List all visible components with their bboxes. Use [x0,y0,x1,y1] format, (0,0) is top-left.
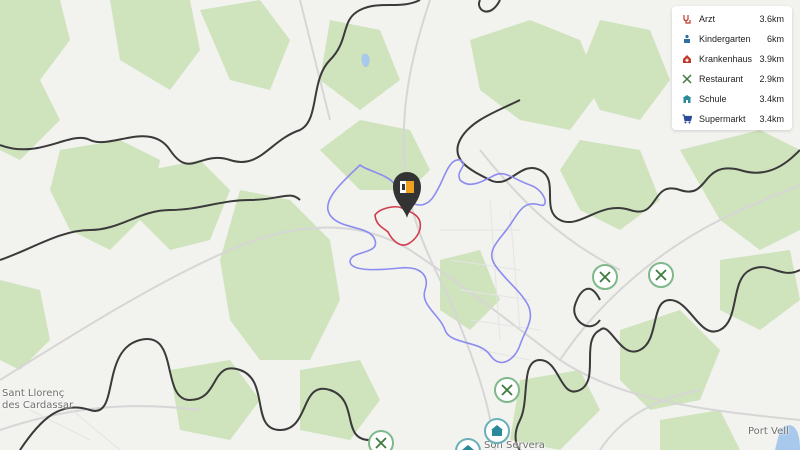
place-label-sant-llorenc: Sant Llorenç des Cardassar [2,388,74,411]
restaurant-marker[interactable] [648,262,674,288]
legend-label: Arzt [699,14,716,24]
legend-label: Supermarkt [699,114,746,124]
legend-label: Schule [699,94,727,104]
school-icon [462,445,474,450]
restaurant-icon [655,269,667,281]
restaurant-icon [599,271,611,283]
place-label-port-vell: Port Vell [748,426,789,437]
legend-distance: 2.9km [759,74,784,84]
restaurant-icon [680,72,694,86]
map-canvas[interactable]: Sant Llorenç des Cardassar Son Servera P… [0,0,800,450]
kindergarten-icon [680,32,694,46]
legend-distance: 3.4km [759,94,784,104]
legend-item-kindergarten[interactable]: Kindergarten 6km [680,32,784,46]
legend-label: Krankenhaus [699,54,753,64]
restaurant-icon [375,437,387,449]
stethoscope-icon [680,12,694,26]
legend-item-arzt[interactable]: Arzt 3.6km [680,12,784,26]
hospital-icon [680,52,694,66]
legend-distance: 3.4km [759,114,784,124]
legend-item-krankenhaus[interactable]: Krankenhaus 3.9km [680,52,784,66]
cart-icon [680,112,694,126]
legend-distance: 3.6km [759,14,784,24]
home-icon [400,181,414,193]
legend-item-restaurant[interactable]: Restaurant 2.9km [680,72,784,86]
legend-distance: 6km [766,34,784,44]
restaurant-icon [501,384,513,396]
school-marker[interactable] [484,418,510,444]
restaurant-marker[interactable] [592,264,618,290]
legend-item-schule[interactable]: Schule 3.4km [680,92,784,106]
school-icon [680,92,694,106]
isochrone-middle [327,159,546,364]
restaurant-marker[interactable] [494,377,520,403]
restaurant-marker[interactable] [368,430,394,450]
legend-label: Kindergarten [699,34,751,44]
school-icon [491,425,503,436]
legend-item-supermarkt[interactable]: Supermarkt 3.4km [680,112,784,126]
location-pin[interactable] [391,171,423,219]
legend-distance: 3.9km [759,54,784,64]
poi-legend: Arzt 3.6km Kindergarten 6km Krankenhaus … [672,6,792,130]
legend-label: Restaurant [699,74,744,84]
